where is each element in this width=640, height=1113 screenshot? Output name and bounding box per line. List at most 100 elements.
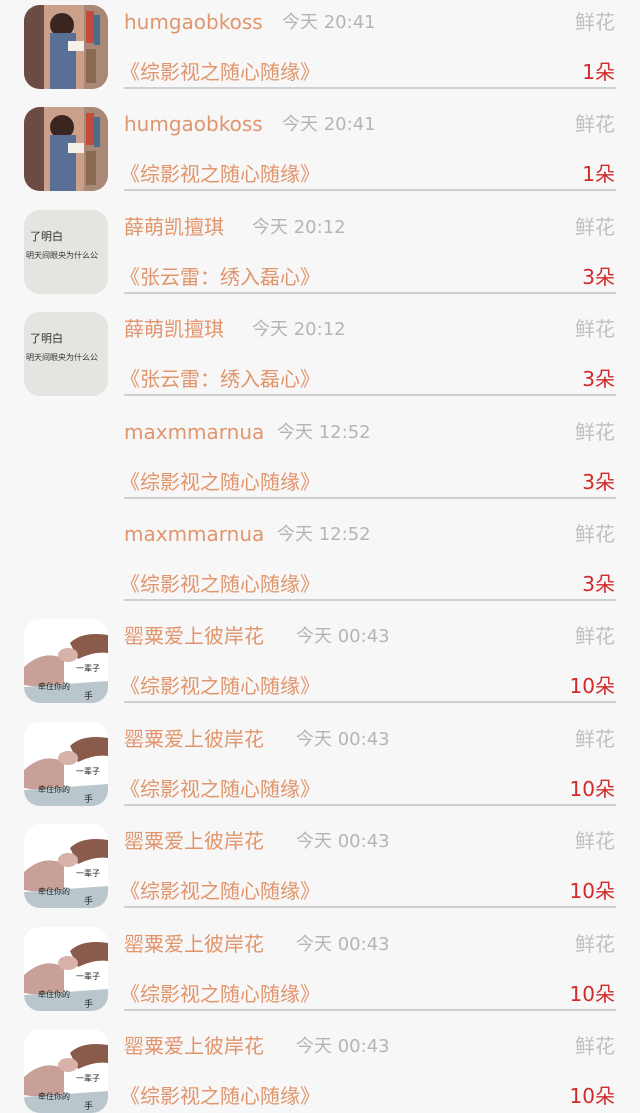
holding-hands-avatar-image: 一辈子 牵住你的 手	[24, 927, 108, 1011]
user-name[interactable]: 罂粟爱上彼岸花	[124, 1034, 264, 1058]
work-title-link[interactable]: 《综影视之随心随缘》	[120, 1084, 320, 1108]
avatar[interactable]: 一辈子 牵住你的 手	[24, 722, 108, 806]
gift-count: 3朵	[582, 470, 615, 494]
avatar-caption-line-3: 手	[84, 1100, 93, 1112]
work-title-link[interactable]: 《综影视之随心随缘》	[120, 470, 320, 494]
work-title-link[interactable]: 《综影视之随心随缘》	[120, 162, 320, 186]
user-name[interactable]: 薛萌凯擅琪	[124, 317, 224, 341]
list-item[interactable]: humgaobkoss 今天 20:41 鲜花 《综影视之随心随缘》 1朵	[0, 102, 640, 204]
holding-hands-avatar-image: 一辈子 牵住你的 手	[24, 722, 108, 806]
holding-hands-avatar-image: 一辈子 牵住你的 手	[24, 1029, 108, 1113]
list-item[interactable]: 一辈子 牵住你的 手 罂粟爱上彼岸花 今天 00:43 鲜花 《综影视之随心随缘…	[0, 922, 640, 1024]
gift-count: 3朵	[582, 367, 615, 391]
holding-hands-avatar-image: 一辈子 牵住你的 手	[24, 619, 108, 703]
user-name[interactable]: maxmmarnua	[124, 522, 264, 546]
gift-count: 10朵	[569, 674, 615, 698]
avatar-caption-line-1: 一辈子	[76, 971, 100, 981]
divider	[124, 804, 616, 806]
timestamp: 今天 20:12	[252, 319, 346, 340]
list-item[interactable]: 一辈子 牵住你的 手 罂粟爱上彼岸花 今天 00:43 鲜花 《综影视之随心随缘…	[0, 1024, 640, 1113]
divider	[124, 497, 616, 499]
avatar[interactable]: 一辈子 牵住你的 手	[24, 1029, 108, 1113]
list-item[interactable]: 了明白 明天间眼央为什么公 薛萌凯擅琪 今天 20:12 鲜花 《张云雷：绣入磊…	[0, 205, 640, 307]
avatar-caption-line-2: 牵住你的	[38, 681, 70, 691]
handwriting-line-2: 明天间眼央为什么公	[26, 352, 98, 362]
gift-type-label: 鲜花	[575, 932, 615, 956]
gift-count: 10朵	[569, 777, 615, 801]
avatar-caption-line-3: 手	[84, 895, 93, 907]
avatar-caption-line-1: 一辈子	[76, 766, 100, 776]
avatar[interactable]	[24, 5, 108, 89]
gift-type-label: 鲜花	[575, 420, 615, 444]
handwriting-line-1: 了明白	[30, 229, 63, 243]
avatar-caption-line-2: 牵住你的	[38, 989, 70, 999]
timestamp: 今天 00:43	[296, 729, 390, 750]
avatar[interactable]: 一辈子 牵住你的 手	[24, 927, 108, 1011]
divider	[124, 599, 616, 601]
gift-type-label: 鲜花	[575, 215, 615, 239]
gift-record-list: humgaobkoss 今天 20:41 鲜花 《综影视之随心随缘》 1朵 hu…	[0, 0, 640, 1113]
gift-type-label: 鲜花	[575, 522, 615, 546]
divider	[124, 701, 616, 703]
timestamp: 今天 00:43	[296, 831, 390, 852]
avatar-caption-line-1: 一辈子	[76, 868, 100, 878]
handwriting-line-2: 明天间眼央为什么公	[26, 250, 98, 260]
avatar-caption-line-2: 牵住你的	[38, 1091, 70, 1101]
user-name[interactable]: maxmmarnua	[124, 420, 264, 444]
avatar-caption-line-1: 一辈子	[76, 663, 100, 673]
gift-count: 10朵	[569, 982, 615, 1006]
timestamp: 今天 20:41	[282, 12, 376, 33]
avatar[interactable]: 一辈子 牵住你的 手	[24, 619, 108, 703]
list-item[interactable]: 一辈子 牵住你的 手 罂粟爱上彼岸花 今天 00:43 鲜花 《综影视之随心随缘…	[0, 717, 640, 819]
holding-hands-avatar-image: 一辈子 牵住你的 手	[24, 824, 108, 908]
user-name[interactable]: humgaobkoss	[124, 10, 263, 34]
handwriting-line-1: 了明白	[30, 331, 63, 345]
work-title-link[interactable]: 《综影视之随心随缘》	[120, 982, 320, 1006]
gift-type-label: 鲜花	[575, 1034, 615, 1058]
gift-type-label: 鲜花	[575, 112, 615, 136]
gift-count: 1朵	[582, 162, 615, 186]
work-title-link[interactable]: 《张云雷：绣入磊心》	[120, 265, 320, 289]
divider	[124, 87, 616, 89]
gift-type-label: 鲜花	[575, 727, 615, 751]
work-title-link[interactable]: 《综影视之随心随缘》	[120, 60, 320, 84]
avatar[interactable]	[24, 107, 108, 191]
handwriting-avatar-image: 了明白 明天间眼央为什么公	[24, 210, 108, 294]
list-item[interactable]: 一辈子 牵住你的 手 罂粟爱上彼岸花 今天 00:43 鲜花 《综影视之随心随缘…	[0, 819, 640, 921]
list-item[interactable]: maxmmarnua 今天 12:52 鲜花 《综影视之随心随缘》 3朵	[0, 512, 640, 614]
avatar-caption-line-3: 手	[84, 690, 93, 702]
gift-count: 3朵	[582, 265, 615, 289]
list-item[interactable]: 一辈子 牵住你的 手 罂粟爱上彼岸花 今天 00:43 鲜花 《综影视之随心随缘…	[0, 614, 640, 716]
avatar[interactable]: 了明白 明天间眼央为什么公	[24, 312, 108, 396]
work-title-link[interactable]: 《综影视之随心随缘》	[120, 879, 320, 903]
avatar-caption-line-3: 手	[84, 998, 93, 1010]
gift-type-label: 鲜花	[575, 10, 615, 34]
girl-reading-avatar-image	[24, 107, 108, 191]
gift-count: 1朵	[582, 60, 615, 84]
user-name[interactable]: 薛萌凯擅琪	[124, 215, 224, 239]
list-item[interactable]: 了明白 明天间眼央为什么公 薛萌凯擅琪 今天 20:12 鲜花 《张云雷：绣入磊…	[0, 307, 640, 409]
work-title-link[interactable]: 《综影视之随心随缘》	[120, 572, 320, 596]
user-name[interactable]: 罂粟爱上彼岸花	[124, 829, 264, 853]
gift-count: 3朵	[582, 572, 615, 596]
divider	[124, 292, 616, 294]
list-item[interactable]: maxmmarnua 今天 12:52 鲜花 《综影视之随心随缘》 3朵	[0, 410, 640, 512]
user-name[interactable]: 罂粟爱上彼岸花	[124, 727, 264, 751]
user-name[interactable]: humgaobkoss	[124, 112, 263, 136]
gift-type-label: 鲜花	[575, 624, 615, 648]
work-title-link[interactable]: 《综影视之随心随缘》	[120, 777, 320, 801]
work-title-link[interactable]: 《张云雷：绣入磊心》	[120, 367, 320, 391]
timestamp: 今天 00:43	[296, 1036, 390, 1057]
user-name[interactable]: 罂粟爱上彼岸花	[124, 932, 264, 956]
avatar-caption-line-3: 手	[84, 793, 93, 805]
timestamp: 今天 12:52	[277, 422, 371, 443]
girl-reading-avatar-image	[24, 5, 108, 89]
handwriting-avatar-image: 了明白 明天间眼央为什么公	[24, 312, 108, 396]
avatar[interactable]: 一辈子 牵住你的 手	[24, 824, 108, 908]
user-name[interactable]: 罂粟爱上彼岸花	[124, 624, 264, 648]
timestamp: 今天 20:41	[282, 114, 376, 135]
list-item[interactable]: humgaobkoss 今天 20:41 鲜花 《综影视之随心随缘》 1朵	[0, 0, 640, 102]
avatar[interactable]: 了明白 明天间眼央为什么公	[24, 210, 108, 294]
gift-type-label: 鲜花	[575, 829, 615, 853]
work-title-link[interactable]: 《综影视之随心随缘》	[120, 674, 320, 698]
